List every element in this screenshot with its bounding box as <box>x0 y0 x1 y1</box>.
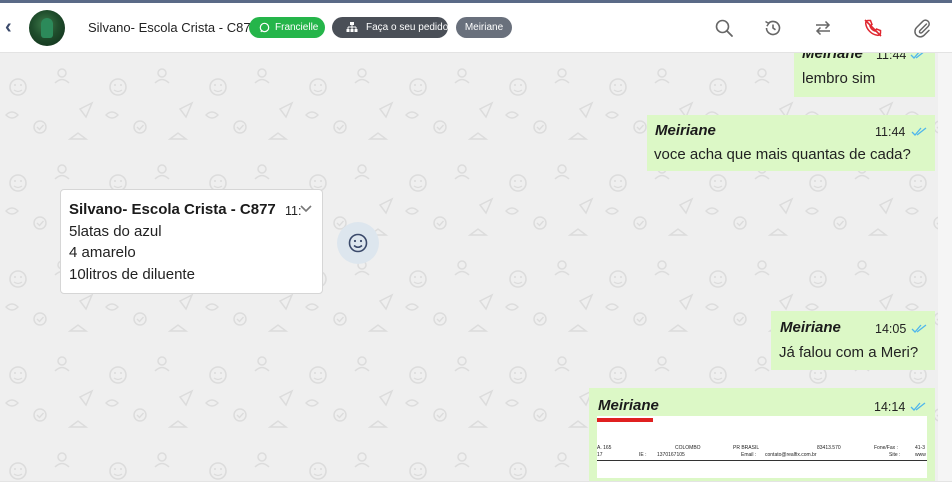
message-bubble-outgoing[interactable]: Meiriane 14:05 Já falou com a Meri? <box>771 311 935 370</box>
message-bubble-outgoing[interactable]: Meiriane 11:44 lembro sim <box>794 53 935 97</box>
tag-order[interactable]: Faça o seu pedido <box>332 17 448 38</box>
message-text: lembro sim <box>802 70 876 87</box>
doc-text: 17 <box>597 452 603 458</box>
tag-meiriane[interactable]: Meiriane <box>456 17 512 38</box>
message-line: 4 amarelo <box>69 244 136 261</box>
doc-text: Site : <box>889 452 901 458</box>
message-sender: Silvano- Escola Crista - C877 <box>69 201 276 218</box>
doc-text: 41-3 <box>915 445 926 451</box>
search-icon[interactable] <box>714 18 734 38</box>
message-time: 11:44 <box>876 53 907 62</box>
document-preview[interactable]: A. 165 COLOMBO PR BRASIL 83413.570 Fone/… <box>597 416 927 478</box>
doc-text: contato@realfix.com.br <box>765 452 817 458</box>
read-ticks-icon <box>911 127 927 136</box>
read-ticks-icon <box>910 53 924 59</box>
chat-area[interactable]: Meiriane 11:44 lembro sim Meiriane 11:44… <box>0 53 952 481</box>
doc-text: A. 165 <box>597 445 612 451</box>
message-bubble-outgoing[interactable]: Meiriane 14:14 A. 165 COLOMBO PR BRASIL … <box>589 388 935 481</box>
doc-text: 83413.570 <box>817 445 841 451</box>
avatar[interactable] <box>29 10 65 46</box>
chat-header: ‹ Silvano- Escola Crista - C877 Franciel… <box>0 3 952 53</box>
message-line: 10litros de diluente <box>69 266 195 283</box>
tag-label: Faça o seu pedido <box>366 22 449 33</box>
doc-text: COLOMBO <box>675 445 701 451</box>
sitemap-icon <box>346 17 358 46</box>
doc-text: PR BRASIL <box>733 445 760 451</box>
doc-text: Email : <box>741 452 757 458</box>
doc-text: Fone/Fax : <box>874 445 898 451</box>
attach-icon[interactable] <box>912 18 932 38</box>
message-bubble-incoming[interactable]: Silvano- Escola Crista - C877 11: 5latas… <box>60 189 323 294</box>
react-emoji-button[interactable] <box>337 222 379 264</box>
doc-rule <box>597 460 927 461</box>
read-ticks-icon <box>910 402 926 411</box>
read-ticks-icon <box>911 324 927 333</box>
history-icon[interactable] <box>763 18 783 38</box>
scrollbar[interactable] <box>938 53 952 481</box>
message-line: 5latas do azul <box>69 223 162 240</box>
chevron-down-icon[interactable] <box>299 203 313 215</box>
document-header-bar <box>597 418 653 422</box>
message-text: Já falou com a Meri? <box>779 344 919 361</box>
message-bubble-outgoing[interactable]: Meiriane 11:44 voce acha que mais quanta… <box>647 115 935 171</box>
back-arrow-icon[interactable]: ‹ <box>5 17 19 37</box>
tag-label: Francielle <box>275 22 319 33</box>
message-composer-bar[interactable] <box>0 481 952 498</box>
message-sender: Meiriane <box>655 122 716 139</box>
message-sender: Meiriane <box>780 319 841 336</box>
tag-francielle[interactable]: Francielle <box>249 17 325 38</box>
call-end-icon[interactable] <box>863 18 883 38</box>
doc-text: www <box>915 452 926 458</box>
message-time: 11:44 <box>875 125 906 139</box>
message-text: voce acha que mais quantas de cada? <box>654 146 911 163</box>
message-time: 14:14 <box>874 400 906 414</box>
transfer-icon[interactable] <box>813 18 833 38</box>
contact-name: Silvano- Escola Crista - C877 <box>88 20 258 35</box>
message-time: 14:05 <box>875 322 907 336</box>
doc-text: 1370167105 <box>657 452 685 458</box>
whatsapp-icon <box>259 17 270 46</box>
tag-label: Meiriane <box>464 22 504 33</box>
doc-text: IE : <box>639 452 647 458</box>
message-sender: Meiriane <box>598 397 659 414</box>
message-sender: Meiriane <box>802 53 863 62</box>
smiley-icon <box>348 233 368 253</box>
